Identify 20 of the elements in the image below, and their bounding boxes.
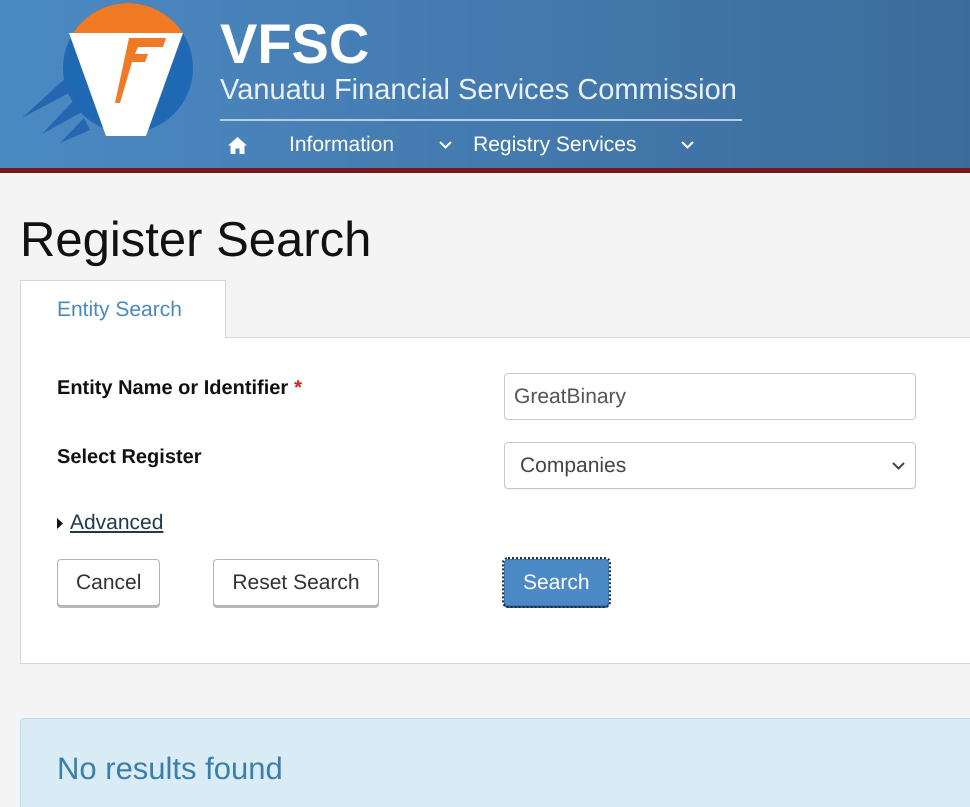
tab[interactable]: Entity Search (20, 280, 226, 338)
field-label: Select Register (57, 445, 202, 469)
nav-menu-item[interactable]: Registry Services (473, 133, 694, 157)
chevron-down-icon (681, 141, 694, 149)
alert-message: No results found (57, 750, 284, 788)
nav-menu-item[interactable]: Information (289, 133, 452, 157)
form-button[interactable]: Cancel (57, 559, 160, 606)
register-select[interactable]: Companies (504, 442, 916, 489)
search-button[interactable]: Search (504, 559, 609, 606)
page-title: Register Search (20, 212, 372, 269)
required-mark: * (294, 376, 302, 400)
site-subtitle: Vanuatu Financial Services Commission (220, 75, 737, 105)
field-label: Entity Name or Identifier (57, 376, 288, 400)
site-title: VFSC (220, 16, 370, 72)
chevron-down-icon (439, 141, 452, 149)
form-button[interactable]: Reset Search (213, 559, 379, 606)
home-icon[interactable] (228, 136, 247, 154)
chevron-down-icon (892, 462, 905, 470)
advanced-link[interactable]: Advanced (70, 511, 164, 535)
entity-name-field[interactable]: GreatBinary (504, 373, 916, 420)
